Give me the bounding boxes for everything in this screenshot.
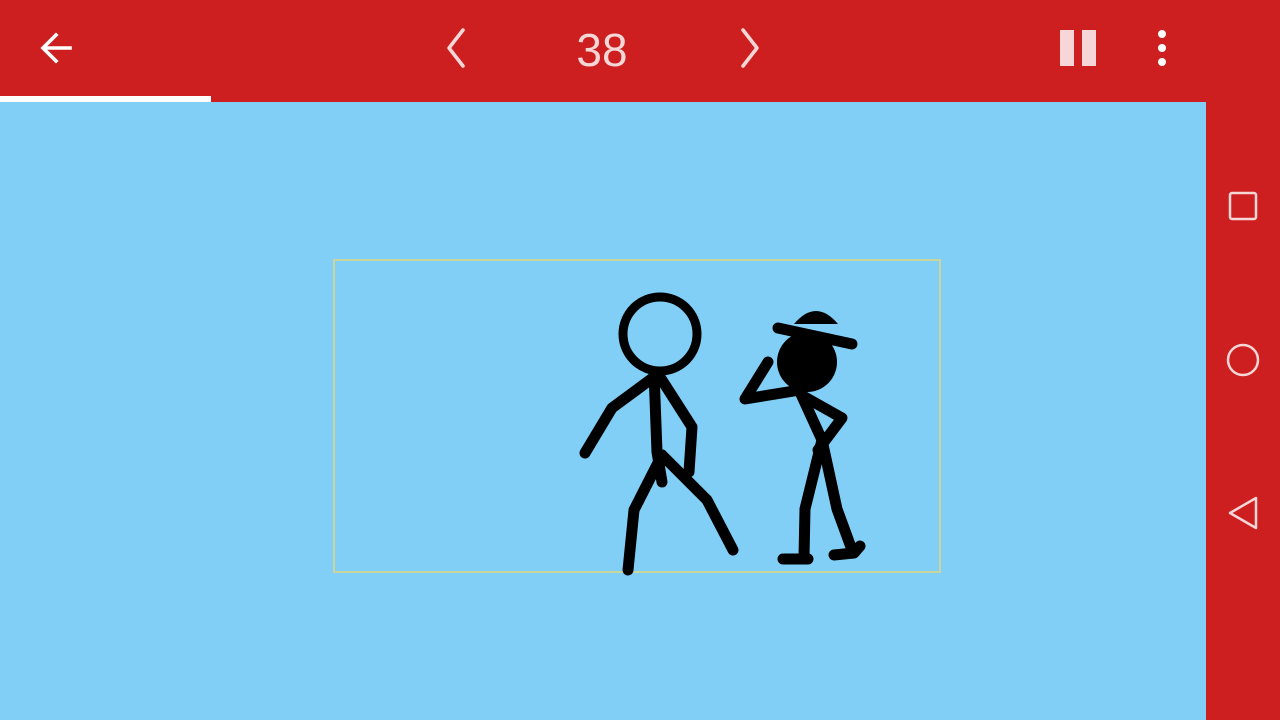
stick-figure-with-cap [739, 311, 866, 565]
home-button[interactable] [1206, 330, 1280, 390]
stick-figure [579, 292, 739, 576]
frame-drawing [579, 292, 866, 576]
system-navigation-bar [1206, 0, 1280, 720]
animation-player: 38 [0, 0, 1280, 720]
next-frame-button[interactable] [722, 22, 778, 74]
more-options-button[interactable] [1140, 22, 1184, 74]
chevron-right-icon [741, 28, 759, 68]
pause-icon [1060, 30, 1096, 66]
chevron-left-icon [447, 28, 465, 68]
recents-button[interactable] [1206, 176, 1280, 236]
square-icon [1228, 191, 1258, 221]
previous-frame-button[interactable] [428, 22, 484, 74]
arrow-left-icon [40, 32, 72, 64]
circle-icon [1226, 343, 1260, 377]
system-back-button[interactable] [1206, 483, 1280, 543]
pause-button[interactable] [1050, 22, 1106, 74]
animation-canvas[interactable] [0, 102, 1206, 720]
frame-number: 38 [576, 24, 628, 76]
top-toolbar: 38 [0, 0, 1206, 102]
back-button[interactable] [28, 22, 84, 74]
more-vertical-icon [1158, 30, 1166, 66]
triangle-back-icon [1228, 496, 1258, 530]
